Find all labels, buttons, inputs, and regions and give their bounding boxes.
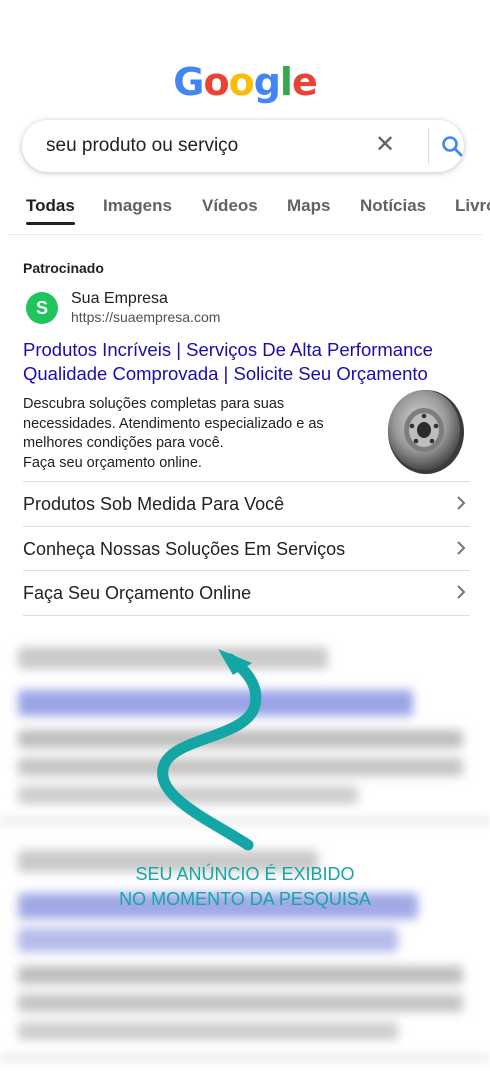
search-icon[interactable] [440, 134, 464, 158]
sitelink-orcamento[interactable]: Faça Seu Orçamento Online [23, 571, 470, 615]
blurred-text [18, 1022, 398, 1040]
ad-description-line: Faça seu orçamento online. [23, 454, 202, 471]
blurred-text [18, 966, 463, 984]
callout-text: SEU ANÚNCIO É EXIBIDO NO MOMENTO DA PESQ… [0, 862, 490, 912]
active-tab-indicator [26, 222, 75, 225]
sitelink-solucoes[interactable]: Conheça Nossas Soluções Em Serviços [23, 527, 470, 571]
chevron-right-icon [457, 541, 466, 555]
sitelink-label: Faça Seu Orçamento Online [23, 583, 252, 603]
ad-description-line: Descubra soluções completas para suas [23, 396, 285, 412]
tab-todas[interactable]: Todas [26, 196, 75, 225]
ad-title-link[interactable]: Produtos Incríveis | Serviços De Alta Pe… [23, 338, 478, 386]
tab-maps[interactable]: Maps [287, 196, 330, 216]
tab-livros[interactable]: Livros [455, 196, 490, 216]
sitelink-label: Conheça Nossas Soluções Em Serviços [23, 539, 346, 559]
blurred-text [18, 994, 463, 1012]
ad-description: Descubra soluções completas para suas ne… [23, 395, 373, 473]
search-input[interactable]: seu produto ou serviço [46, 135, 238, 157]
sponsored-label: Patrocinado [23, 260, 104, 276]
sitelink-produtos[interactable]: Produtos Sob Medida Para Você [23, 482, 470, 526]
tab-noticias[interactable]: Notícias [360, 196, 426, 216]
logo-letter: G [173, 60, 204, 104]
ad-title-line: Produtos Incríveis | Serviços De Alta Pe… [23, 339, 433, 360]
chevron-right-icon [457, 585, 466, 599]
tab-label: Livros [455, 196, 490, 215]
search-box[interactable]: seu produto ou serviço ✕ [22, 120, 464, 172]
curved-arrow-icon [157, 649, 262, 851]
search-tabs: Todas Imagens Vídeos Maps Notícias Livro… [0, 196, 490, 226]
tab-label: Imagens [103, 196, 172, 215]
brake-disc-image[interactable] [378, 385, 470, 477]
tab-label: Notícias [360, 196, 427, 215]
tab-imagens[interactable]: Imagens [103, 196, 172, 216]
tab-label: Maps [287, 196, 331, 215]
logo-letter: o [228, 60, 255, 104]
sitelink-label: Produtos Sob Medida Para Você [23, 494, 285, 514]
divider [23, 615, 470, 616]
ad-description-line: necessidades. Atendimento especializado … [23, 415, 324, 432]
logo-letter: e [291, 60, 318, 104]
chevron-right-icon [457, 496, 466, 510]
logo-letter: g [253, 60, 281, 104]
ad-title-line: Qualidade Comprovada | Solicite Seu Orça… [23, 363, 428, 384]
company-name[interactable]: Sua Empresa [71, 290, 168, 308]
tabs-divider [8, 234, 482, 235]
callout-line: SEU ANÚNCIO É EXIBIDO [135, 864, 355, 884]
logo-letter: o [203, 60, 229, 104]
result-separator [0, 1052, 490, 1064]
clear-icon[interactable]: ✕ [372, 132, 398, 158]
tab-videos[interactable]: Vídeos [202, 196, 258, 216]
company-favicon[interactable]: S [26, 292, 58, 324]
blurred-link [18, 928, 398, 952]
google-logo: Google [0, 60, 490, 104]
search-divider [428, 128, 429, 164]
callout-line: NO MOMENTO DA PESQUISA [119, 889, 371, 909]
ad-description-line: melhores condições para você. [23, 435, 224, 451]
logo-letter: l [279, 60, 293, 104]
company-url[interactable]: https://suaempresa.com [71, 309, 220, 325]
tab-label: Vídeos [202, 196, 258, 215]
tab-label: Todas [26, 196, 75, 215]
